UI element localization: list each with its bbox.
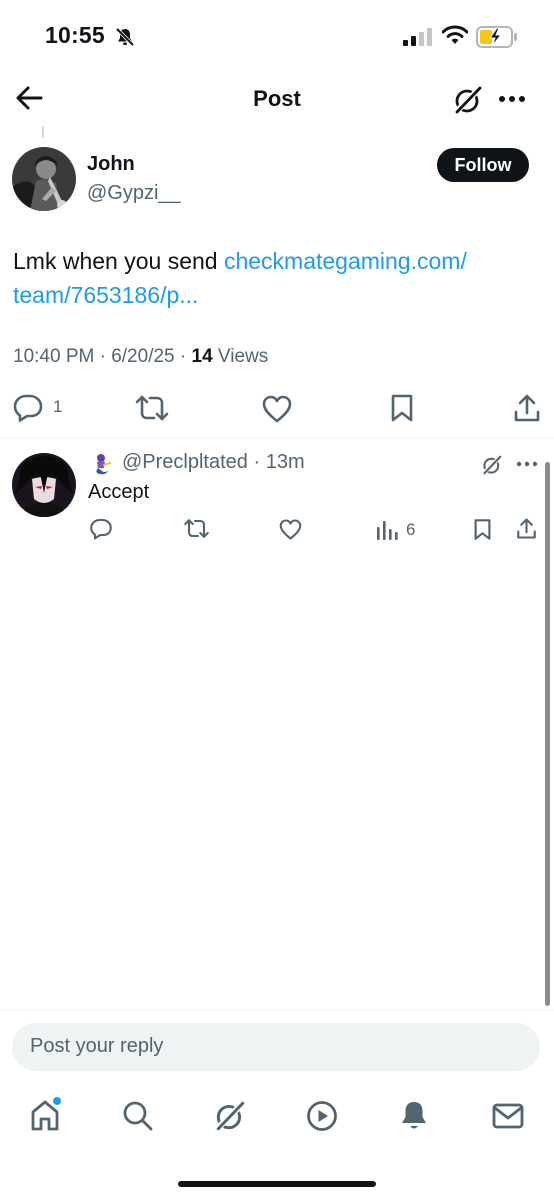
home-icon[interactable] [29,1097,63,1133]
share-icon[interactable] [516,517,537,540]
bookmark-icon[interactable] [473,518,492,541]
search-icon[interactable] [122,1100,154,1132]
reply-icon[interactable] [12,394,44,422]
reply-handle[interactable]: @Preclpltated [122,451,248,473]
divider [0,1010,554,1011]
more-options-icon[interactable] [498,95,526,103]
mail-icon[interactable] [492,1103,524,1129]
thread-connector-line [42,126,44,138]
like-icon[interactable] [279,519,302,540]
post-timestamp: 10:40 PM · 6/20/25 · [13,346,192,367]
repost-icon[interactable] [183,517,210,540]
reply-count: 1 [53,397,63,416]
reply-avatar[interactable] [12,453,76,517]
wifi-icon [442,25,468,45]
views-icon[interactable] [376,519,398,541]
bell-icon[interactable] [399,1099,429,1133]
bell-off-icon [115,27,135,47]
home-indicator[interactable] [178,1181,376,1187]
reply-time: · 13m [247,451,305,473]
avatar[interactable] [12,147,76,211]
bookmark-icon[interactable] [390,393,414,423]
cellular-signal-icon [403,28,433,46]
post-body: Lmk when you send checkmategaming.com/te… [13,244,533,312]
like-icon[interactable] [262,395,292,423]
post-link-part1[interactable]: checkmategaming.com/ [224,248,467,274]
author-name[interactable]: John [87,153,135,176]
views-count: 14 [191,346,213,367]
post-link-part2[interactable]: team/7653186/p... [13,282,198,308]
battery-charging-icon [476,26,518,48]
author-handle[interactable]: @Gypzi__ [87,182,181,205]
views-label: Views [212,346,269,367]
reply-icon[interactable] [89,518,113,540]
grok-icon[interactable] [481,454,503,476]
genie-emoji-icon [88,451,114,477]
grok-icon[interactable] [452,84,484,116]
status-time: 10:55 [45,22,105,48]
share-icon[interactable] [513,393,541,423]
scrollbar[interactable] [545,462,550,1006]
play-icon[interactable] [306,1100,338,1132]
reply-input-placeholder: Post your reply [30,1035,164,1057]
more-options-icon[interactable] [516,461,538,467]
divider [0,437,554,438]
post-text: Lmk when you send [13,248,224,274]
reply-views-count: 6 [406,520,416,539]
repost-icon[interactable] [134,393,170,423]
reply-meta: @Preclpltated · 13m [122,451,305,474]
follow-button[interactable]: Follow [437,148,529,182]
reply-text: Accept [88,481,150,503]
grok-icon[interactable] [213,1099,247,1133]
post-meta: 10:40 PM · 6/20/25 · 14 Views [13,346,268,368]
